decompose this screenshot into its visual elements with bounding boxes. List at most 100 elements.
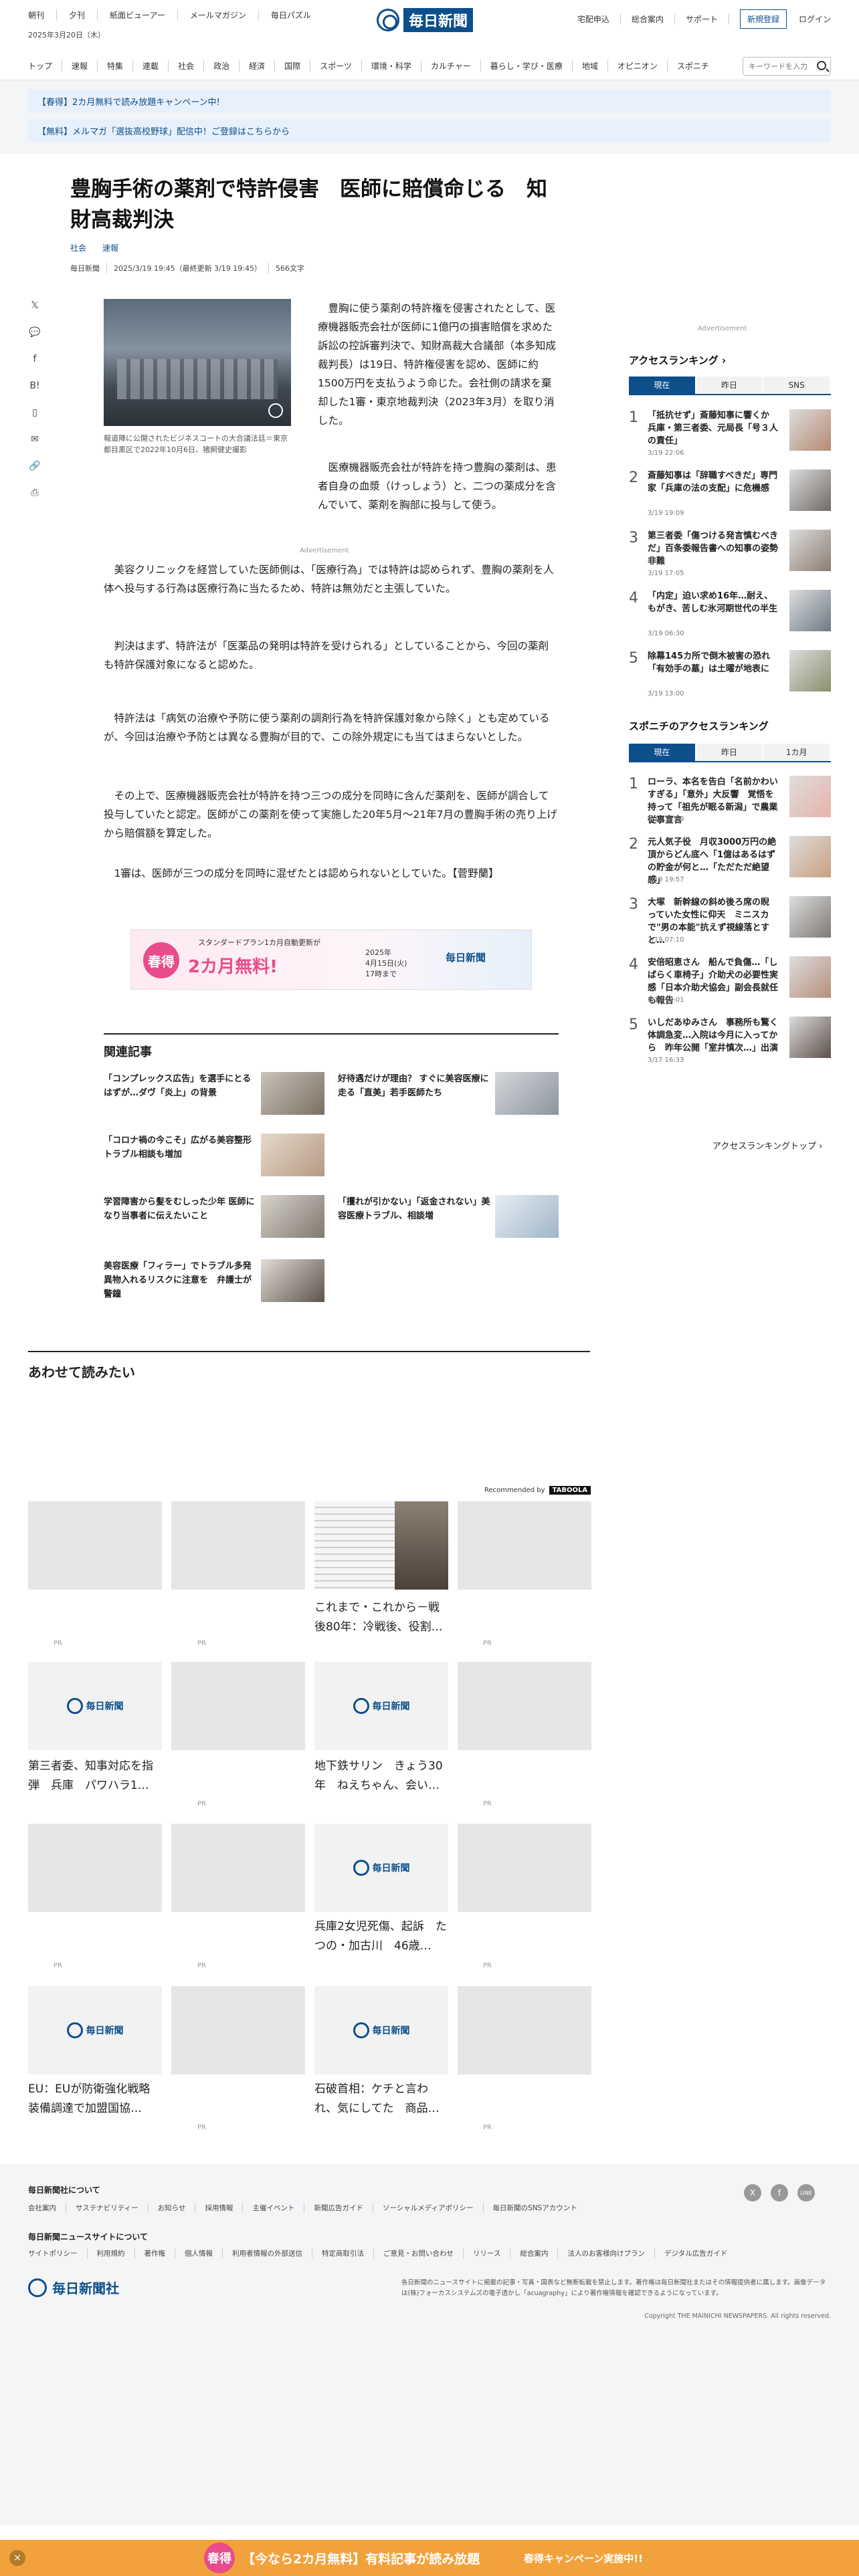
- nav-category[interactable]: オピニオン: [607, 60, 667, 72]
- related-thumb[interactable]: [495, 1195, 559, 1238]
- recommend-card-placeholder[interactable]: [171, 1501, 305, 1590]
- top-link-viewer[interactable]: 紙面ビューアー: [97, 9, 177, 21]
- facebook-social-icon[interactable]: f: [771, 2184, 788, 2202]
- top-link-mail[interactable]: メールマガジン: [177, 9, 258, 21]
- tab-yesterday[interactable]: 昨日: [696, 744, 763, 761]
- related-thumb[interactable]: [261, 1072, 324, 1115]
- nav-category[interactable]: 特集: [97, 60, 132, 72]
- recommend-card-placeholder[interactable]: [28, 1824, 162, 1912]
- promo-newsletter[interactable]: 【無料】メルマガ「選抜高校野球」配信中！ご登録はこちらから: [28, 119, 831, 142]
- footer-link[interactable]: 総合案内: [510, 2248, 557, 2258]
- ranking-thumb[interactable]: [789, 650, 831, 691]
- ranking-title-text[interactable]: いしだあゆみさん 事務所も驚く体調急変…入院は今月に入ってから 昨年公開「室井慎…: [648, 1016, 778, 1055]
- tag-society[interactable]: 社会: [70, 242, 86, 253]
- footer-link[interactable]: 毎日新聞のSNSアカウント: [482, 2203, 587, 2213]
- ranking-item[interactable]: 2 斎藤知事は「辞職すべきだ」専門家「兵庫の法の支配」に危機感 3/19 19:09: [629, 469, 831, 524]
- ranking-thumb[interactable]: [789, 776, 831, 817]
- recommend-card-placeholder[interactable]: [458, 1501, 591, 1590]
- footer-link[interactable]: サステナビリティー: [66, 2203, 148, 2213]
- recommend-title[interactable]: 地下鉄サリン きょう30年 ねえちゃん、会い…: [314, 1757, 448, 1796]
- nav-category[interactable]: 速報: [62, 60, 97, 72]
- search-input[interactable]: [743, 58, 813, 75]
- tab-sns[interactable]: SNS: [763, 377, 830, 394]
- footer-link[interactable]: 特定商取引法: [312, 2248, 373, 2258]
- nav-category[interactable]: 環境・科学: [361, 60, 421, 72]
- zoom-icon[interactable]: [268, 403, 283, 418]
- footer-link[interactable]: 著作権: [134, 2248, 175, 2258]
- ranking-item[interactable]: 1 「抵抗せず」斎藤知事に響くか 兵庫・第三者委、元局長「号３人の責任」 3/19 …: [629, 409, 831, 464]
- footer-link[interactable]: お知らせ: [147, 2203, 195, 2213]
- nav-category[interactable]: カルチャー: [420, 60, 480, 72]
- recommend-card-image[interactable]: [314, 1501, 448, 1590]
- ranking-item[interactable]: 3 第三者委「傷つける発言慎むべきだ」百条委報告書への知事の姿勢非難 3/19 17…: [629, 530, 831, 584]
- ranking-title-text[interactable]: 除幕145カ所で倒木被害の恐れ「有効手の墓」は土曜が地表に: [648, 650, 778, 675]
- mail-share-icon[interactable]: ✉: [28, 433, 41, 446]
- related-item[interactable]: 「コンプレックス広告」を選手にとるはずが…ダヴ「炎上」の背景: [104, 1072, 324, 1117]
- search-icon[interactable]: [817, 61, 826, 70]
- recommend-card-logo[interactable]: 毎日新聞: [314, 1824, 448, 1912]
- footer-link[interactable]: 会社案内: [28, 2203, 66, 2213]
- hatena-share-icon[interactable]: B!: [28, 379, 41, 393]
- footer-link[interactable]: ソーシャルメディアポリシー: [372, 2203, 483, 2213]
- tab-now[interactable]: 現在: [629, 744, 695, 761]
- footer-link[interactable]: 法人のお客様向けプラン: [557, 2248, 654, 2258]
- recommend-card-placeholder[interactable]: [458, 1662, 591, 1750]
- footer-link[interactable]: リリース: [463, 2248, 510, 2258]
- ranking-thumb[interactable]: [789, 896, 831, 938]
- ranking-item[interactable]: 4 安倍昭恵さん 船んで負傷…「しばらく車椅子」介助犬の必要性実感「日本介助犬協会…: [629, 956, 831, 1011]
- ranking-thumb[interactable]: [789, 956, 831, 998]
- related-title[interactable]: 「コロナ禍の今こそ」広がる美容整形 トラブル相談も増加: [104, 1134, 258, 1162]
- register-button[interactable]: 新規登録: [739, 9, 787, 29]
- recommend-card-logo[interactable]: 毎日新聞: [28, 1986, 162, 2074]
- recommend-card-placeholder[interactable]: [458, 1824, 591, 1912]
- nav-category[interactable]: トップ: [28, 60, 62, 72]
- footer-link[interactable]: 個人情報: [175, 2248, 222, 2258]
- copy-link-icon[interactable]: 🔗: [28, 459, 41, 473]
- ranking-more-text[interactable]: アクセスランキングトップ: [712, 1142, 816, 1152]
- related-thumb[interactable]: [261, 1195, 324, 1238]
- recommend-card-logo[interactable]: 毎日新聞: [314, 1986, 448, 2074]
- line-social-icon[interactable]: LINE: [797, 2184, 815, 2202]
- top-link-evening[interactable]: 夕刊: [56, 9, 97, 21]
- footer-link[interactable]: 利用規約: [86, 2248, 134, 2258]
- related-title[interactable]: 美容医療「フィラー」でトラブル多発 異物入れるリスクに注意を 弁護士が警鐘: [104, 1259, 260, 1301]
- recommend-title[interactable]: 石破首相：ケチと言われ、気にしてた 商品…: [314, 2080, 448, 2119]
- nav-category[interactable]: スポニチ: [666, 60, 719, 72]
- recommend-title[interactable]: EU：EUが防衛強化戦略 装備調達で加盟国協…: [28, 2080, 162, 2119]
- recommend-title[interactable]: 兵庫2女児死傷、起訴 たつの・加古川 46歳…: [314, 1917, 448, 1956]
- x-share-icon[interactable]: 𝕏: [28, 299, 41, 312]
- ranking-thumb[interactable]: [789, 469, 831, 511]
- related-title[interactable]: 学習障害から髪をむしった少年 医師になり当事者に伝えたいこと: [104, 1195, 258, 1223]
- login-button[interactable]: ログイン: [799, 13, 831, 25]
- nav-category[interactable]: スポーツ: [310, 60, 361, 72]
- ranking-more-link[interactable]: アクセスランキングトップ ›: [712, 1139, 822, 1152]
- close-icon[interactable]: ×: [9, 2550, 25, 2566]
- ranking-thumb[interactable]: [789, 409, 831, 451]
- ranking-thumb[interactable]: [789, 530, 831, 571]
- ranking-title-text[interactable]: 「内定」迫い求め16年…耐え、もがき、苦しむ氷河期世代の半生: [648, 590, 778, 615]
- comment-icon[interactable]: 💬: [28, 326, 41, 339]
- footer-link[interactable]: サイトポリシー: [28, 2248, 87, 2258]
- nav-category[interactable]: 社会: [168, 60, 203, 72]
- taboola-logo[interactable]: TABOOLA: [549, 1486, 591, 1495]
- recommend-card-logo[interactable]: 毎日新聞: [28, 1662, 162, 1750]
- related-item[interactable]: 美容医療「フィラー」でトラブル多発 異物入れるリスクに注意を 弁護士が警鐘: [104, 1259, 324, 1305]
- ranking-item[interactable]: 4 「内定」迫い求め16年…耐え、もがき、苦しむ氷河期世代の半生 3/19 06:3…: [629, 590, 831, 645]
- ranking-title-text[interactable]: 第三者委「傷つける発言慎むべきだ」百条委報告書への知事の姿勢非難: [648, 530, 778, 568]
- related-title[interactable]: 「コンプレックス広告」を選手にとるはずが…ダヴ「炎上」の背景: [104, 1072, 258, 1100]
- related-thumb[interactable]: [495, 1072, 559, 1115]
- ranking-thumb[interactable]: [789, 590, 831, 631]
- ranking-thumb[interactable]: [789, 1016, 831, 1058]
- ranking-title-text[interactable]: アクセスランキング: [629, 354, 719, 366]
- nav-category[interactable]: 地域: [571, 60, 607, 72]
- footer-logo[interactable]: 毎日新聞社: [28, 2278, 119, 2297]
- bottom-message[interactable]: 【今なら2カ月無料】有料記事が読み放題: [242, 2549, 480, 2567]
- nav-category[interactable]: 暮らし・学び・医療: [480, 60, 572, 72]
- ranking-title-text[interactable]: 「抵抗せず」斎藤知事に響くか 兵庫・第三者委、元局長「号３人の責任」: [648, 409, 778, 447]
- facebook-share-icon[interactable]: f: [28, 352, 41, 366]
- print-icon[interactable]: ⎙: [28, 486, 41, 500]
- related-title[interactable]: 好待遇だけが理由？ すぐに美容医療に走る「直美」若手医師たち: [338, 1072, 492, 1100]
- footer-link[interactable]: 新聞広告ガイド: [304, 2203, 373, 2213]
- footer-link[interactable]: 採用情報: [195, 2203, 242, 2213]
- campaign-bottom-bar[interactable]: × 春得 【今なら2カ月無料】有料記事が読み放題 春得キャンペーン実施中!!: [0, 2540, 859, 2576]
